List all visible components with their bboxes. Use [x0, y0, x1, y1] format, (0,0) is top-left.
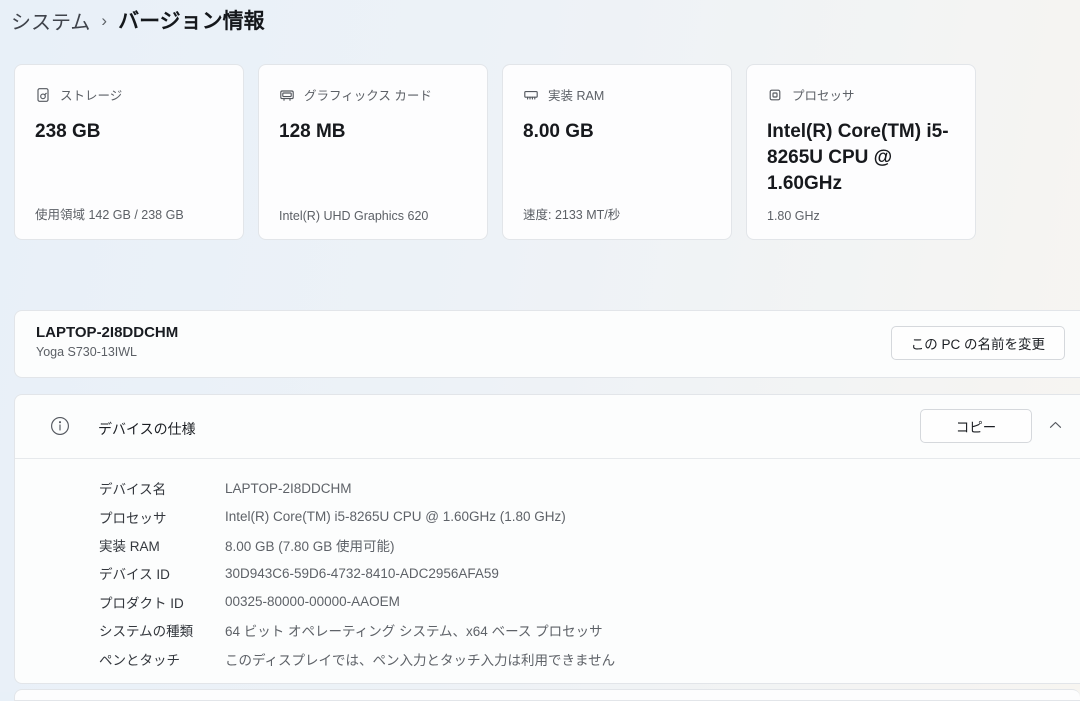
ram-card-detail: 速度: 2133 MT/秒: [523, 204, 620, 223]
breadcrumb-system[interactable]: システム: [11, 6, 90, 35]
spec-value: 00325-80000-00000-AAOEM: [225, 594, 400, 609]
ram-card-value: 8.00 GB: [523, 119, 708, 145]
device-specifications-header[interactable]: デバイスの仕様 コピー: [15, 395, 1080, 459]
chevron-up-icon[interactable]: [1049, 421, 1062, 429]
graphics-card-detail: Intel(R) UHD Graphics 620: [279, 209, 428, 223]
spec-value: 30D943C6-59D6-4732-8410-ADC2956AFA59: [225, 566, 499, 581]
processor-card-detail: 1.80 GHz: [767, 209, 820, 223]
spec-row-device-name: デバイス名 LAPTOP-2I8DDCHM: [99, 474, 1080, 502]
graphics-card-header: グラフィックス カード: [279, 85, 467, 104]
storage-card-detail: 使用領域 142 GB / 238 GB: [35, 204, 184, 223]
copy-button[interactable]: コピー: [920, 409, 1032, 443]
spec-label: 実装 RAM: [99, 535, 225, 555]
ram-card: 実装 RAM 8.00 GB 速度: 2133 MT/秒: [502, 64, 732, 240]
breadcrumb: システム › バージョン情報: [11, 5, 265, 35]
device-model: Yoga S730-13IWL: [36, 345, 178, 359]
ram-card-label: 実装 RAM: [548, 85, 604, 104]
spec-row-ram: 実装 RAM 8.00 GB (7.80 GB 使用可能): [99, 531, 1080, 559]
graphics-card-icon: [279, 87, 295, 103]
storage-card-value: 238 GB: [35, 119, 220, 145]
spec-row-pen-touch: ペンとタッチ このディスプレイでは、ペン入力とタッチ入力は利用できません: [99, 644, 1080, 672]
spec-value: Intel(R) Core(TM) i5-8265U CPU @ 1.60GHz…: [225, 509, 566, 524]
spec-label: プロダクト ID: [99, 592, 225, 612]
spec-label: プロセッサ: [99, 507, 225, 527]
next-section-panel[interactable]: [14, 689, 1080, 701]
device-specifications-title: デバイスの仕様: [98, 419, 196, 439]
device-name-block: LAPTOP-2I8DDCHM Yoga S730-13IWL: [36, 324, 178, 359]
graphics-card: グラフィックス カード 128 MB Intel(R) UHD Graphics…: [258, 64, 488, 240]
processor-card: プロセッサ Intel(R) Core(TM) i5-8265U CPU @ 1…: [746, 64, 976, 240]
hardware-summary-cards: ストレージ 238 GB 使用領域 142 GB / 238 GB グラフィック…: [14, 64, 976, 240]
spec-row-system-type: システムの種類 64 ビット オペレーティング システム、x64 ベース プロセ…: [99, 616, 1080, 644]
info-icon: [50, 416, 70, 436]
spec-row-product-id: プロダクト ID 00325-80000-00000-AAOEM: [99, 588, 1080, 616]
device-specifications-panel: デバイスの仕様 コピー デバイス名 LAPTOP-2I8DDCHM プロセッサ …: [14, 394, 1080, 684]
device-specifications-table: デバイス名 LAPTOP-2I8DDCHM プロセッサ Intel(R) Cor…: [15, 459, 1080, 673]
ram-icon: [523, 87, 539, 103]
storage-icon: [35, 87, 51, 103]
spec-value: 64 ビット オペレーティング システム、x64 ベース プロセッサ: [225, 620, 603, 640]
spec-value: このディスプレイでは、ペン入力とタッチ入力は利用できません: [225, 649, 615, 669]
processor-card-value: Intel(R) Core(TM) i5-8265U CPU @ 1.60GHz: [767, 119, 952, 198]
spec-row-device-id: デバイス ID 30D943C6-59D6-4732-8410-ADC2956A…: [99, 559, 1080, 587]
storage-card: ストレージ 238 GB 使用領域 142 GB / 238 GB: [14, 64, 244, 240]
spec-value: 8.00 GB (7.80 GB 使用可能): [225, 535, 395, 555]
storage-card-header: ストレージ: [35, 85, 223, 104]
graphics-card-label: グラフィックス カード: [304, 85, 432, 104]
ram-card-header: 実装 RAM: [523, 85, 711, 104]
rename-pc-button[interactable]: この PC の名前を変更: [891, 326, 1065, 360]
settings-about-page: システム › バージョン情報 ストレージ 238 GB 使用領域 142 GB …: [0, 0, 1080, 692]
spec-label: デバイス名: [99, 478, 225, 498]
spec-label: デバイス ID: [99, 563, 225, 583]
storage-card-label: ストレージ: [60, 85, 122, 104]
device-name-panel: LAPTOP-2I8DDCHM Yoga S730-13IWL この PC の名…: [14, 310, 1080, 378]
spec-value: LAPTOP-2I8DDCHM: [225, 481, 352, 496]
processor-card-label: プロセッサ: [792, 85, 855, 104]
processor-icon: [767, 87, 783, 103]
processor-card-header: プロセッサ: [767, 85, 955, 104]
spec-row-processor: プロセッサ Intel(R) Core(TM) i5-8265U CPU @ 1…: [99, 502, 1080, 530]
spec-label: ペンとタッチ: [99, 649, 225, 669]
device-name: LAPTOP-2I8DDCHM: [36, 324, 178, 341]
breadcrumb-separator-icon: ›: [101, 9, 107, 31]
spec-label: システムの種類: [99, 620, 225, 640]
page-title: バージョン情報: [118, 5, 265, 35]
graphics-card-value: 128 MB: [279, 119, 464, 145]
